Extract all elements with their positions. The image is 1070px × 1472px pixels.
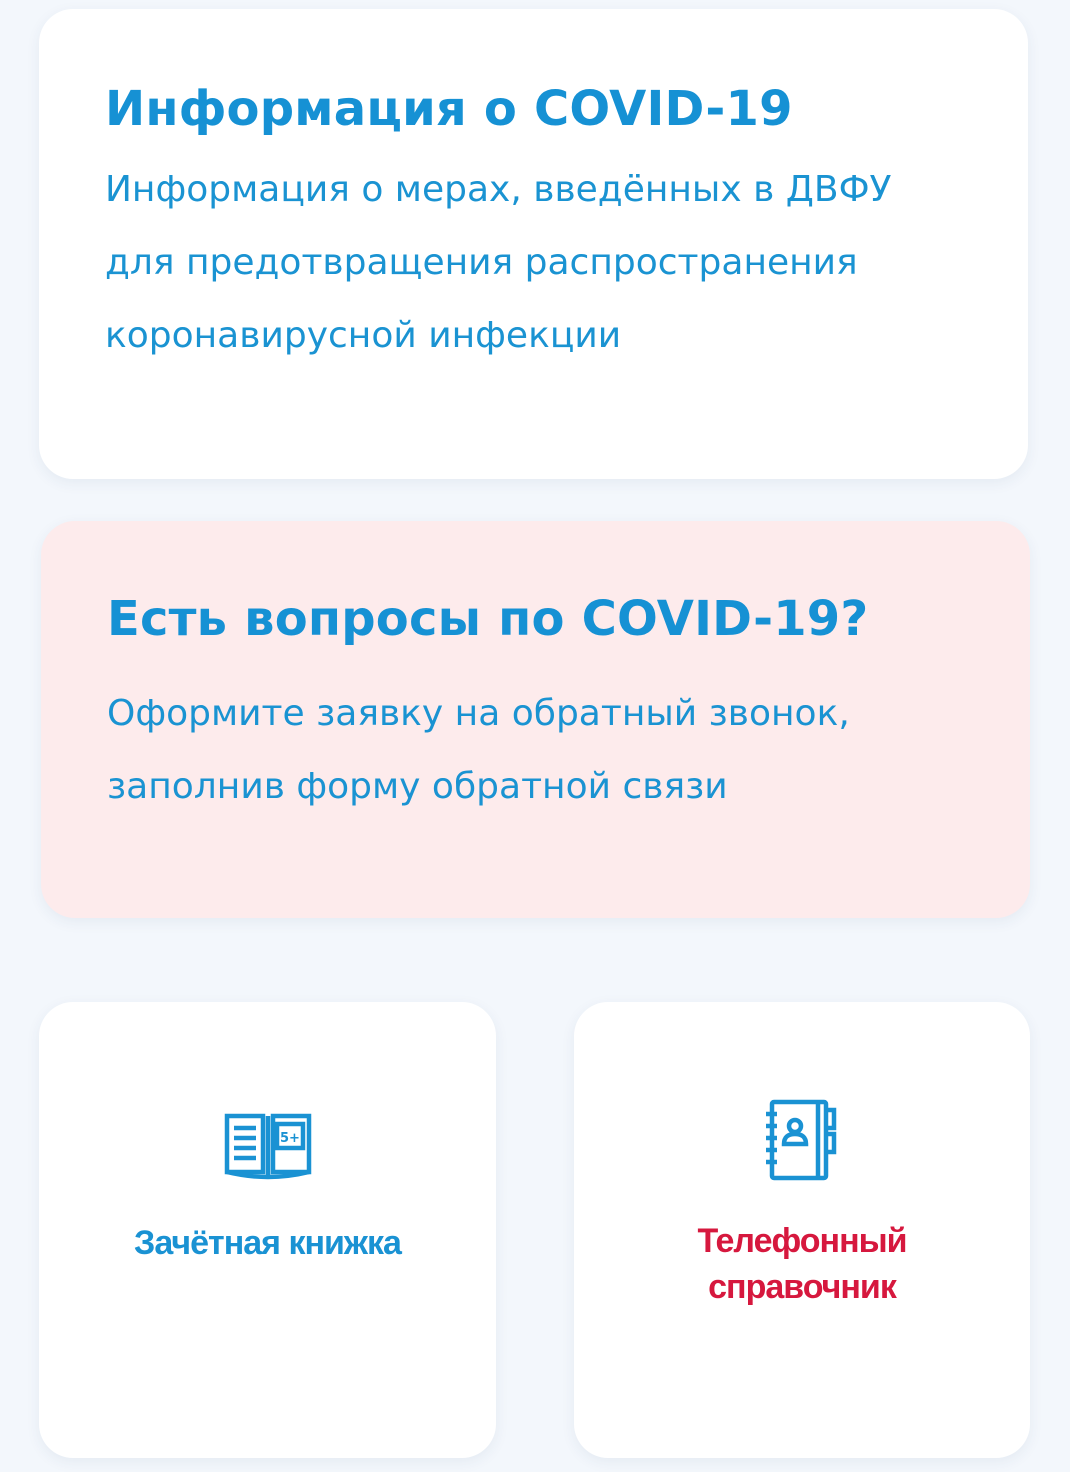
phone-book-icon — [766, 1099, 837, 1181]
covid-info-line: коронавирусной инфекции — [105, 315, 622, 356]
covid-info-card[interactable]: Информация о COVID-19 Информация о мерах… — [39, 9, 1028, 479]
covid-info-description: Информация о мерах, введённых в ДВФУ для… — [105, 153, 985, 372]
phone-directory-label-line: справочник — [708, 1268, 897, 1306]
covid-info-line: для предотвращения распространения — [105, 242, 858, 283]
covid-questions-card[interactable]: Есть вопросы по COVID-19? Оформите заявк… — [41, 521, 1030, 918]
record-book-label: Зачётная книжка — [39, 1220, 496, 1266]
covid-info-title: Информация о COVID-19 — [105, 81, 793, 137]
covid-questions-description: Оформите заявку на обратный звонок, запо… — [107, 677, 987, 823]
phone-directory-tile[interactable]: Телефонный справочник — [574, 1002, 1030, 1458]
covid-questions-line: заполнив форму обратной связи — [107, 766, 728, 807]
open-book-icon: 5+ — [224, 1113, 311, 1180]
grade-badge: 5+ — [280, 1131, 300, 1146]
covid-questions-title: Есть вопросы по COVID-19? — [107, 591, 869, 647]
covid-questions-line: Оформите заявку на обратный звонок, — [107, 693, 850, 734]
covid-info-line: Информация о мерах, введённых в ДВФУ — [105, 169, 892, 210]
record-book-tile[interactable]: 5+ Зачётная книжка — [39, 1002, 496, 1458]
phone-directory-label: Телефонный справочник — [574, 1218, 1030, 1310]
phone-directory-label-line: Телефонный — [697, 1222, 907, 1260]
record-book-label-line: Зачётная книжка — [134, 1224, 402, 1262]
